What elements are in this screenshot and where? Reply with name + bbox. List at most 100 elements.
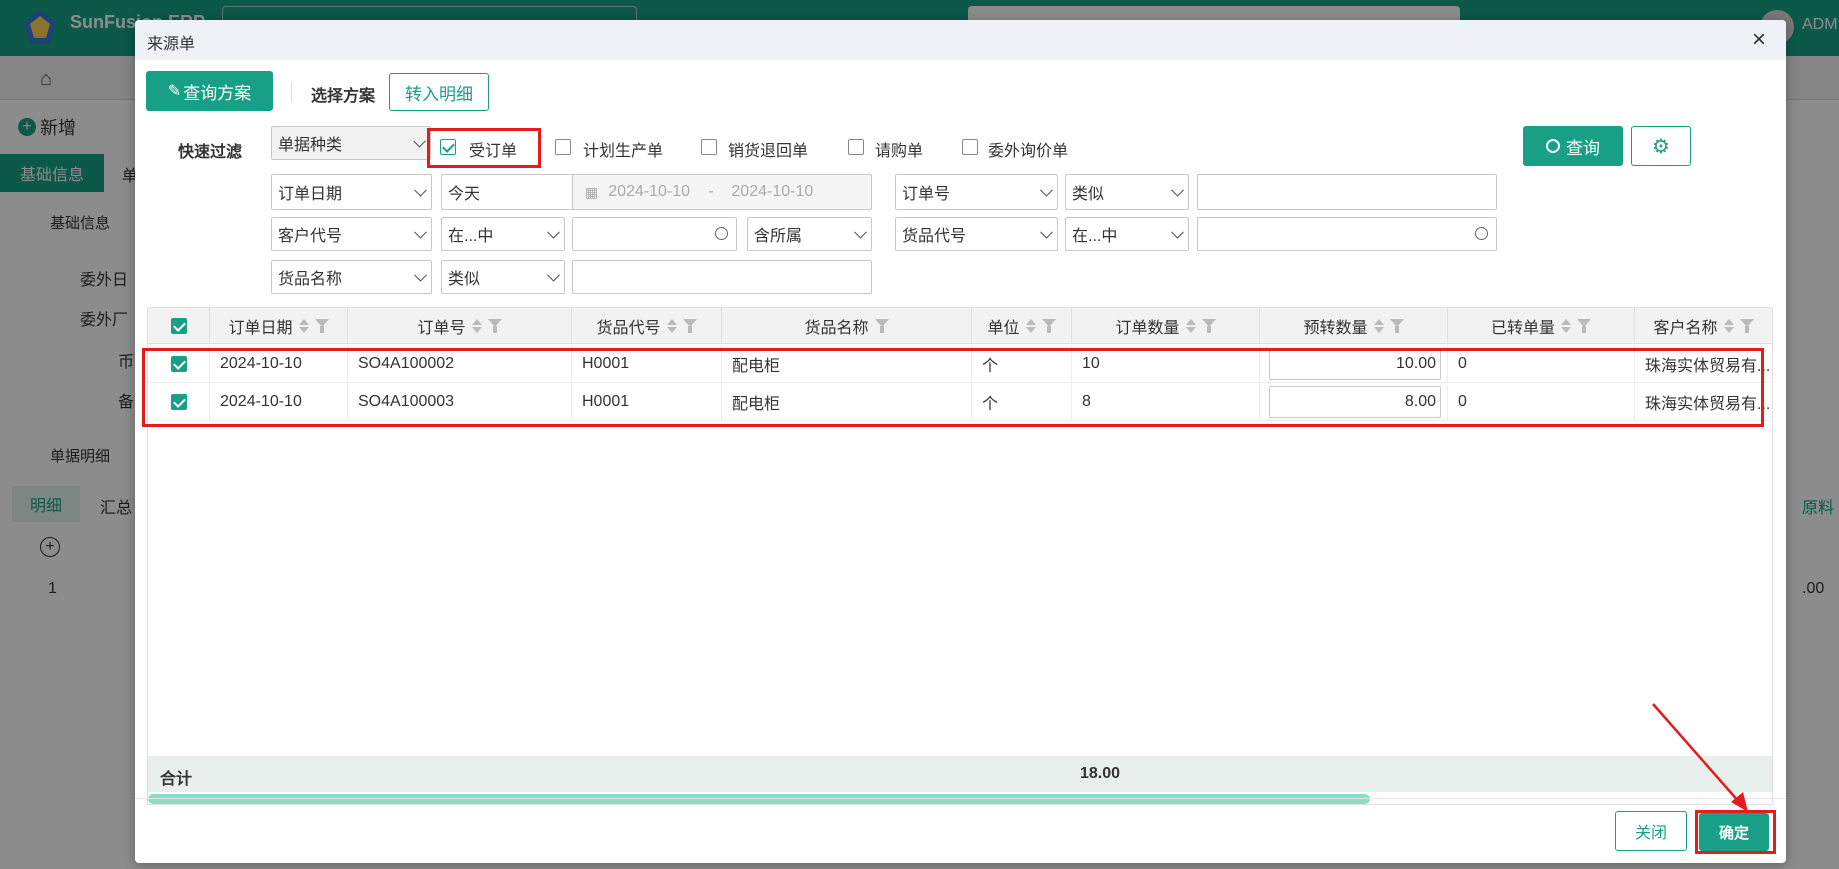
filter-field-5[interactable]: 货品名称 [271,260,432,294]
col-label: 订单号 [417,319,466,337]
filter-icon[interactable] [1739,318,1754,333]
filter-icon[interactable] [1041,318,1056,333]
filter-field-2[interactable]: 订单号 [895,174,1058,210]
col-header-done-qty[interactable]: 已转单量 [1448,308,1635,344]
col-header-item-code[interactable]: 货品代号 [572,308,722,344]
checkbox-type-outsource[interactable] [962,139,978,155]
horizontal-scrollbar[interactable] [148,794,1370,804]
col-header-customer[interactable]: 客户名称 [1635,308,1772,344]
chevron-down-icon [854,225,867,239]
sort-icon[interactable] [666,318,677,334]
filter-op-5[interactable]: 类似 [441,260,565,294]
type-label-purchase: 请购单 [875,143,924,160]
customer-code-input[interactable] [572,217,737,251]
filter-op-2[interactable]: 类似 [1065,174,1189,210]
filter-op-4[interactable]: 在...中 [1065,217,1189,251]
filter-icon[interactable] [1201,318,1216,333]
col-label: 货品名称 [804,319,869,337]
filter-field-2-value: 订单号 [902,186,951,203]
chevron-down-icon [1171,225,1184,239]
item-name-input[interactable] [572,260,872,294]
settings-button[interactable]: ⚙ [1631,126,1691,166]
search-icon[interactable] [1475,227,1488,240]
date-separator: - [708,183,714,200]
sort-icon[interactable] [1561,318,1571,334]
filter-icon[interactable] [314,318,329,333]
col-header-date[interactable]: 订单日期 [210,308,348,344]
sort-icon[interactable] [471,318,482,334]
header-select-all-cell [148,308,210,344]
include-sub-select[interactable]: 含所属 [747,217,872,251]
sort-icon[interactable] [298,318,309,334]
select-all-checkbox[interactable] [170,317,187,334]
highlight-box-rows [142,348,1764,427]
source-doc-dialog: 来源单 × ✎ 查询方案 选择方案 转入明细 快速过滤 单据种类 受订单 计划生… [135,20,1786,863]
search-icon[interactable] [715,227,728,240]
type-label-return: 销货退回单 [728,143,809,160]
filter-icon[interactable] [487,318,502,333]
col-label: 订单日期 [228,319,293,337]
filter-field-4-value: 货品代号 [902,228,967,245]
col-header-qty[interactable]: 订单数量 [1072,308,1260,344]
filter-op-3[interactable]: 在...中 [441,217,565,251]
magic-wand-icon: ✎ [167,83,182,100]
sort-icon[interactable] [1723,318,1734,334]
checkbox-type-purchase[interactable] [848,139,864,155]
item-code-input[interactable] [1197,217,1497,251]
filter-icon[interactable] [1389,318,1404,333]
select-scheme-label[interactable]: 选择方案 [311,82,375,106]
chevron-down-icon [1040,225,1053,239]
chevron-down-icon [414,225,427,239]
chevron-down-icon [1171,183,1184,197]
filter-icon[interactable] [682,318,697,333]
col-label: 货品代号 [596,319,661,337]
order-no-input[interactable] [1197,174,1497,210]
to-detail-button[interactable]: 转入明细 [389,73,489,111]
calendar-icon: ▦ [585,183,599,200]
filter-field-1-value: 订单日期 [278,186,343,203]
sort-icon[interactable] [1185,318,1196,334]
filter-op-5-value: 类似 [448,271,481,288]
filter-icon[interactable] [874,318,889,333]
col-header-order-no[interactable]: 订单号 [348,308,572,344]
total-row: 合计 18.00 [148,756,1772,792]
col-header-pre-qty[interactable]: 预转数量 [1260,308,1448,344]
checkbox-type-order[interactable] [440,139,456,155]
col-label: 客户名称 [1653,319,1718,337]
date-from: 2024-10-10 [608,183,691,200]
filter-op-4-value: 在...中 [1072,228,1118,245]
filter-icon[interactable] [1577,318,1591,333]
filter-field-5-value: 货品名称 [278,271,343,288]
dialog-header: 来源单 × [135,20,1786,60]
search-icon [1546,139,1560,153]
include-sub-value: 含所属 [754,228,803,245]
doc-type-select-value: 单据种类 [278,137,343,154]
col-header-unit[interactable]: 单位 [972,308,1072,344]
toolbar-divider [291,82,292,102]
date-range-input[interactable]: ▦ 2024-10-10 - 2024-10-10 [572,174,872,210]
quick-filter-label: 快速过滤 [178,144,243,161]
filter-field-3-value: 客户代号 [278,228,343,245]
chevron-down-icon [414,183,427,197]
query-scheme-label: 查询方案 [183,83,252,103]
checkbox-type-return[interactable] [701,139,717,155]
doc-type-select[interactable]: 单据种类 [271,126,431,160]
checkbox-type-plan[interactable] [555,139,571,155]
filter-field-4[interactable]: 货品代号 [895,217,1058,251]
sort-icon[interactable] [1025,318,1036,334]
col-label: 预转数量 [1303,319,1368,337]
annotation-arrow-icon [1652,703,1748,812]
col-label: 订单数量 [1115,319,1180,337]
query-scheme-button[interactable]: ✎ 查询方案 [146,71,273,111]
col-header-item-name[interactable]: 货品名称 [722,308,972,344]
chevron-down-icon [1040,183,1053,197]
query-button[interactable]: 查询 [1523,126,1623,166]
filter-field-3[interactable]: 客户代号 [271,217,432,251]
filter-op-2-value: 类似 [1072,186,1105,203]
sort-icon[interactable] [1373,318,1384,334]
chevron-down-icon [547,268,560,282]
type-label-outsource: 委外询价单 [988,143,1069,160]
close-icon[interactable]: × [1745,26,1773,54]
filter-field-1[interactable]: 订单日期 [271,174,432,210]
type-label-order: 受订单 [469,143,518,160]
